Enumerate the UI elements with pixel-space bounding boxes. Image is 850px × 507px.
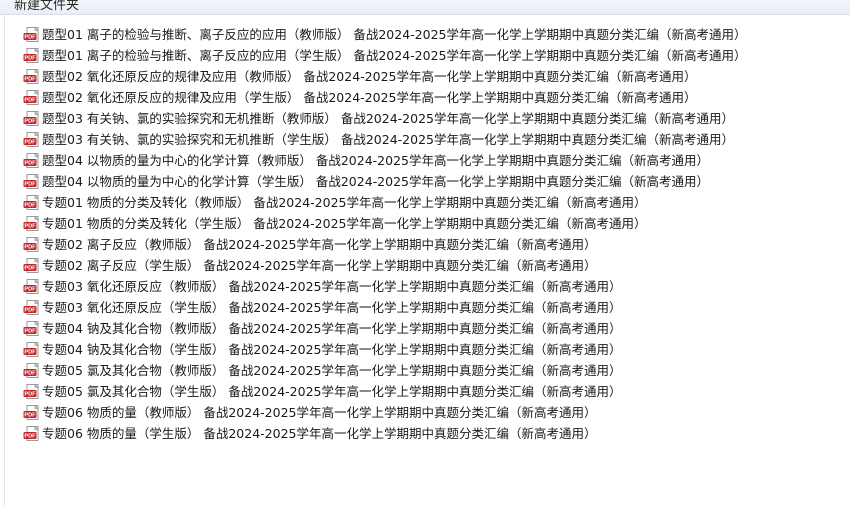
file-name: 题型03 有关钠、氯的实验探究和无机推断（学生版） 备战2024-2025学年高… — [42, 132, 734, 147]
pdf-icon: PDF — [23, 216, 39, 231]
svg-text:PDF: PDF — [24, 119, 36, 125]
svg-text:PDF: PDF — [24, 287, 36, 293]
file-name: 专题03 氧化还原反应（教师版） 备战2024-2025学年高一化学上学期期中真… — [42, 279, 622, 294]
pdf-icon: PDF — [23, 363, 39, 378]
svg-text:PDF: PDF — [24, 350, 36, 356]
file-name: 专题01 物质的分类及转化（学生版） 备战2024-2025学年高一化学上学期期… — [42, 216, 647, 231]
file-item[interactable]: PDF 专题02 离子反应（教师版） 备战2024-2025学年高一化学上学期期… — [23, 234, 747, 255]
svg-text:PDF: PDF — [24, 77, 36, 83]
file-item[interactable]: PDF 专题01 物质的分类及转化（教师版） 备战2024-2025学年高一化学… — [23, 192, 747, 213]
pdf-icon: PDF — [23, 153, 39, 168]
svg-text:PDF: PDF — [24, 329, 36, 335]
svg-text:PDF: PDF — [24, 56, 36, 62]
pdf-icon: PDF — [23, 279, 39, 294]
svg-text:PDF: PDF — [24, 308, 36, 314]
folder-header: 新建文件夹 — [0, 0, 850, 15]
file-name: 专题04 钠及其化合物（学生版） 备战2024-2025学年高一化学上学期期中真… — [42, 342, 622, 357]
file-name: 题型04 以物质的量为中心的化学计算（学生版） 备战2024-2025学年高一化… — [42, 174, 709, 189]
file-name: 题型01 离子的检验与推断、离子反应的应用（教师版） 备战2024-2025学年… — [42, 27, 747, 42]
file-list: PDF 题型01 离子的检验与推断、离子反应的应用（教师版） 备战2024-20… — [23, 24, 747, 444]
svg-text:PDF: PDF — [24, 182, 36, 188]
svg-text:PDF: PDF — [24, 392, 36, 398]
pdf-icon: PDF — [23, 90, 39, 105]
file-name: 专题05 氯及其化合物（学生版） 备战2024-2025学年高一化学上学期期中真… — [42, 384, 622, 399]
navigation-pane-edge — [0, 15, 5, 507]
file-item[interactable]: PDF 专题06 物质的量（学生版） 备战2024-2025学年高一化学上学期期… — [23, 423, 747, 444]
pdf-icon: PDF — [23, 174, 39, 189]
pdf-icon: PDF — [23, 237, 39, 252]
file-name: 专题06 物质的量（教师版） 备战2024-2025学年高一化学上学期期中真题分… — [42, 405, 597, 420]
file-item[interactable]: PDF 题型04 以物质的量为中心的化学计算（教师版） 备战2024-2025学… — [23, 150, 747, 171]
folder-title: 新建文件夹 — [14, 0, 80, 13]
file-item[interactable]: PDF 专题03 氧化还原反应（学生版） 备战2024-2025学年高一化学上学… — [23, 297, 747, 318]
file-item[interactable]: PDF 题型03 有关钠、氯的实验探究和无机推断（学生版） 备战2024-202… — [23, 129, 747, 150]
file-item[interactable]: PDF 题型02 氧化还原反应的规律及应用（学生版） 备战2024-2025学年… — [23, 87, 747, 108]
file-item[interactable]: PDF 专题02 离子反应（学生版） 备战2024-2025学年高一化学上学期期… — [23, 255, 747, 276]
file-name: 专题05 氯及其化合物（教师版） 备战2024-2025学年高一化学上学期期中真… — [42, 363, 622, 378]
svg-text:PDF: PDF — [24, 35, 36, 41]
svg-text:PDF: PDF — [24, 98, 36, 104]
file-item[interactable]: PDF 专题01 物质的分类及转化（学生版） 备战2024-2025学年高一化学… — [23, 213, 747, 234]
file-name: 题型02 氧化还原反应的规律及应用（学生版） 备战2024-2025学年高一化学… — [42, 90, 697, 105]
file-name: 题型02 氧化还原反应的规律及应用（教师版） 备战2024-2025学年高一化学… — [42, 69, 697, 84]
file-name: 专题02 离子反应（教师版） 备战2024-2025学年高一化学上学期期中真题分… — [42, 237, 597, 252]
file-item[interactable]: PDF 专题03 氧化还原反应（教师版） 备战2024-2025学年高一化学上学… — [23, 276, 747, 297]
explorer-window: 新建文件夹 PDF 题型01 离子的检验与推断、离子反应的应用（教师版） 备战2… — [0, 0, 850, 507]
svg-text:PDF: PDF — [24, 266, 36, 272]
pdf-icon: PDF — [23, 111, 39, 126]
file-name: 专题03 氧化还原反应（学生版） 备战2024-2025学年高一化学上学期期中真… — [42, 300, 622, 315]
svg-text:PDF: PDF — [24, 413, 36, 419]
svg-text:PDF: PDF — [24, 245, 36, 251]
file-item[interactable]: PDF 题型02 氧化还原反应的规律及应用（教师版） 备战2024-2025学年… — [23, 66, 747, 87]
pdf-icon: PDF — [23, 48, 39, 63]
svg-text:PDF: PDF — [24, 203, 36, 209]
pdf-icon: PDF — [23, 426, 39, 441]
file-item[interactable]: PDF 专题05 氯及其化合物（教师版） 备战2024-2025学年高一化学上学… — [23, 360, 747, 381]
pdf-icon: PDF — [23, 195, 39, 210]
pdf-icon: PDF — [23, 69, 39, 84]
svg-text:PDF: PDF — [24, 371, 36, 377]
pdf-icon: PDF — [23, 405, 39, 420]
file-name: 专题02 离子反应（学生版） 备战2024-2025学年高一化学上学期期中真题分… — [42, 258, 597, 273]
file-item[interactable]: PDF 题型01 离子的检验与推断、离子反应的应用（教师版） 备战2024-20… — [23, 24, 747, 45]
file-name: 专题01 物质的分类及转化（教师版） 备战2024-2025学年高一化学上学期期… — [42, 195, 647, 210]
file-item[interactable]: PDF 专题04 钠及其化合物（学生版） 备战2024-2025学年高一化学上学… — [23, 339, 747, 360]
file-name: 题型03 有关钠、氯的实验探究和无机推断（教师版） 备战2024-2025学年高… — [42, 111, 734, 126]
file-name: 题型04 以物质的量为中心的化学计算（教师版） 备战2024-2025学年高一化… — [42, 153, 709, 168]
svg-text:PDF: PDF — [24, 434, 36, 440]
file-item[interactable]: PDF 专题06 物质的量（教师版） 备战2024-2025学年高一化学上学期期… — [23, 402, 747, 423]
file-item[interactable]: PDF 专题04 钠及其化合物（教师版） 备战2024-2025学年高一化学上学… — [23, 318, 747, 339]
svg-text:PDF: PDF — [24, 224, 36, 230]
file-name: 专题04 钠及其化合物（教师版） 备战2024-2025学年高一化学上学期期中真… — [42, 321, 622, 336]
pdf-icon: PDF — [23, 321, 39, 336]
pdf-icon: PDF — [23, 258, 39, 273]
file-name: 专题06 物质的量（学生版） 备战2024-2025学年高一化学上学期期中真题分… — [42, 426, 597, 441]
file-name: 题型01 离子的检验与推断、离子反应的应用（学生版） 备战2024-2025学年… — [42, 48, 747, 63]
file-item[interactable]: PDF 题型03 有关钠、氯的实验探究和无机推断（教师版） 备战2024-202… — [23, 108, 747, 129]
file-item[interactable]: PDF 专题05 氯及其化合物（学生版） 备战2024-2025学年高一化学上学… — [23, 381, 747, 402]
pdf-icon: PDF — [23, 132, 39, 147]
file-item[interactable]: PDF 题型04 以物质的量为中心的化学计算（学生版） 备战2024-2025学… — [23, 171, 747, 192]
pdf-icon: PDF — [23, 342, 39, 357]
svg-text:PDF: PDF — [24, 161, 36, 167]
svg-text:PDF: PDF — [24, 140, 36, 146]
file-item[interactable]: PDF 题型01 离子的检验与推断、离子反应的应用（学生版） 备战2024-20… — [23, 45, 747, 66]
pdf-icon: PDF — [23, 27, 39, 42]
pdf-icon: PDF — [23, 300, 39, 315]
pdf-icon: PDF — [23, 384, 39, 399]
